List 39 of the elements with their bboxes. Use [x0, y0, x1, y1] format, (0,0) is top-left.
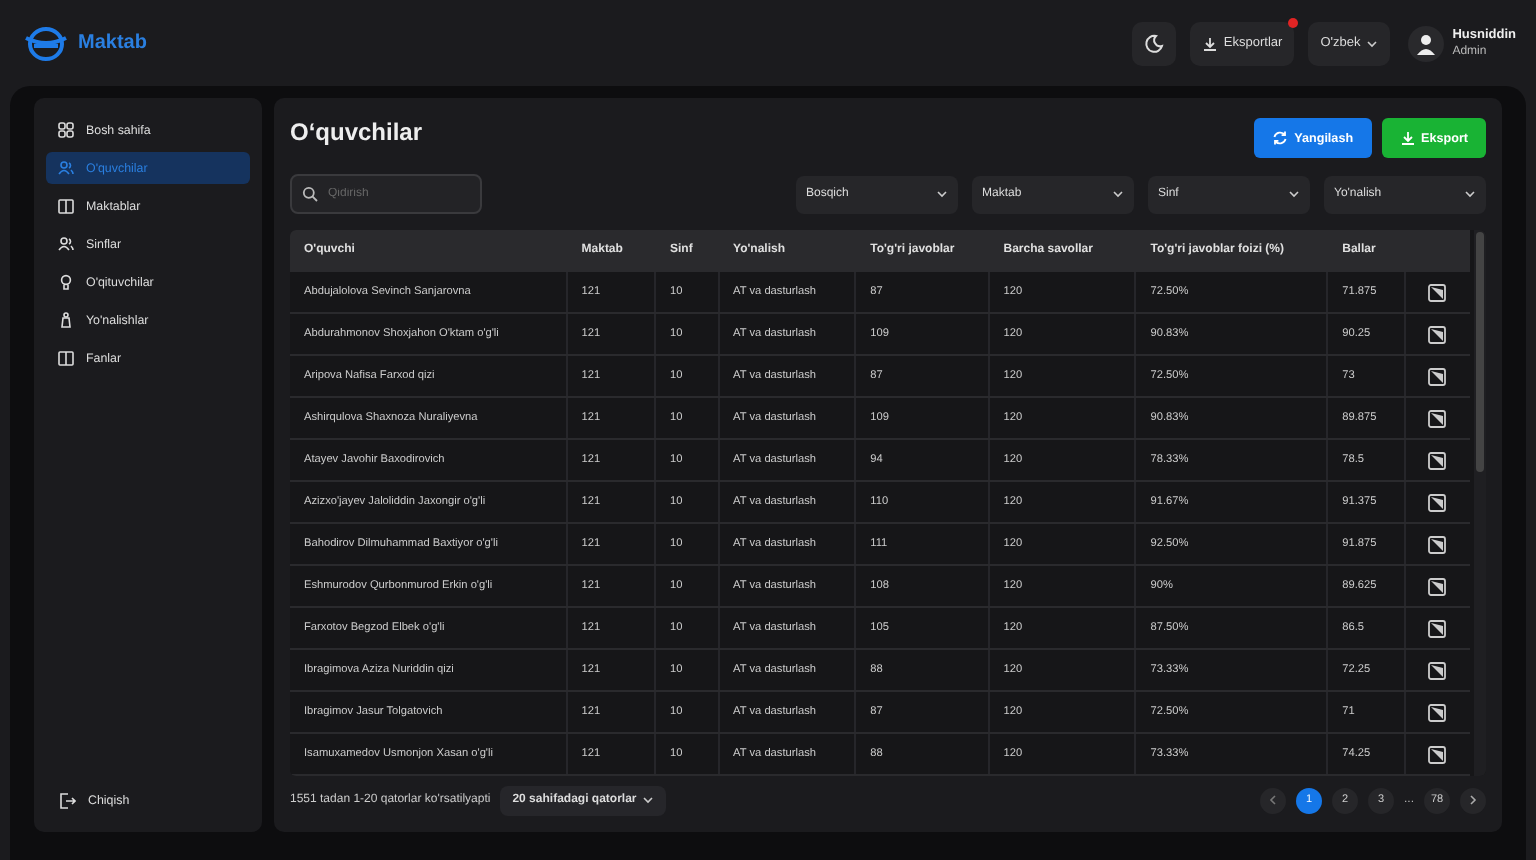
- chevron-down-icon: [1112, 190, 1124, 198]
- edit-icon[interactable]: [1428, 745, 1447, 763]
- chevron-down-icon: [936, 190, 948, 198]
- edit-icon[interactable]: [1428, 619, 1447, 637]
- avatar-icon[interactable]: [1408, 25, 1445, 61]
- chevron-down-icon: [1366, 39, 1379, 47]
- previous-page-button[interactable]: [1259, 787, 1286, 813]
- chevron-right-icon: [1468, 794, 1478, 806]
- edit-icon[interactable]: [1428, 451, 1447, 469]
- edit-icon[interactable]: [1428, 367, 1447, 385]
- book-icon: [58, 198, 74, 214]
- theme-toggle-button[interactable]: [1131, 21, 1176, 65]
- chevron-left-icon: [1267, 794, 1278, 806]
- logo-text: Maktab: [78, 32, 147, 54]
- edit-icon[interactable]: [1428, 409, 1447, 427]
- edit-icon[interactable]: [1428, 661, 1447, 679]
- edit-icon[interactable]: [1428, 703, 1447, 721]
- download-icon: [1399, 130, 1416, 146]
- edit-icon[interactable]: [1428, 283, 1447, 301]
- book-icon: [58, 350, 74, 366]
- logout-icon: [58, 791, 76, 809]
- logo-icon: [24, 25, 68, 61]
- chevron-down-icon: [642, 796, 655, 804]
- moon-icon: [1143, 33, 1164, 53]
- chevron-down-icon: [1464, 190, 1476, 198]
- refresh-icon: [1272, 130, 1289, 146]
- edit-icon[interactable]: [1428, 493, 1447, 511]
- page-title: O‘quvchilar: [290, 118, 423, 146]
- edit-icon[interactable]: [1428, 577, 1447, 595]
- scrollbar[interactable]: [1474, 230, 1486, 776]
- bulb-icon: [58, 274, 74, 290]
- edit-icon[interactable]: [1428, 325, 1447, 343]
- download-icon: [1201, 35, 1218, 51]
- grid-icon: [58, 122, 74, 138]
- people-icon: [58, 236, 74, 252]
- next-page-button[interactable]: [1460, 787, 1486, 813]
- chevron-down-icon: [1288, 190, 1300, 198]
- edit-icon[interactable]: [1428, 535, 1447, 553]
- people-icon: [58, 160, 74, 176]
